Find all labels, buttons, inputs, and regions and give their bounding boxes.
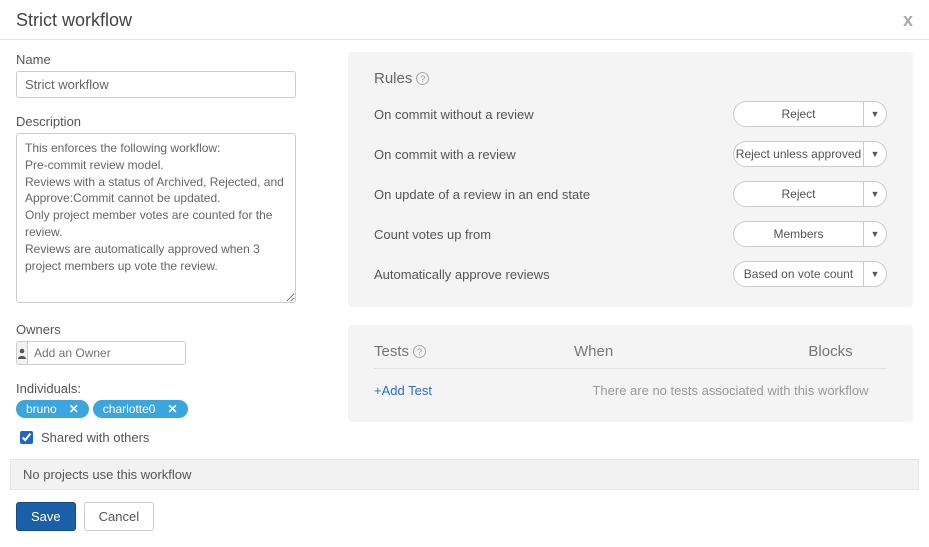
chevron-down-icon[interactable]: ▼ <box>863 101 887 127</box>
chevron-down-icon[interactable]: ▼ <box>863 261 887 287</box>
rule-label: Count votes up from <box>374 227 491 242</box>
status-bar: No projects use this workflow <box>10 459 919 490</box>
help-icon[interactable]: ? <box>416 72 429 85</box>
cancel-button[interactable]: Cancel <box>84 502 154 531</box>
chip-remove-icon[interactable]: ✕ <box>65 402 83 416</box>
rule-label: On update of a review in an end state <box>374 187 590 202</box>
rules-panel: Rules ? On commit without a review Rejec… <box>348 52 913 307</box>
chevron-down-icon[interactable]: ▼ <box>863 141 887 167</box>
dialog-title: Strict workflow <box>16 10 132 31</box>
help-icon[interactable]: ? <box>413 345 426 358</box>
rule-dropdown[interactable]: Reject ▼ <box>733 101 887 127</box>
tests-title: Tests <box>374 343 409 360</box>
tests-empty-text: There are no tests associated with this … <box>574 383 887 398</box>
dialog-header: Strict workflow x <box>0 0 929 40</box>
individuals-label: Individuals: <box>16 381 316 396</box>
tests-panel: Tests ? When Blocks +Add Test There are … <box>348 325 913 422</box>
description-label: Description <box>16 114 316 129</box>
owner-input[interactable] <box>28 342 186 364</box>
name-label: Name <box>16 52 316 67</box>
rule-dropdown[interactable]: Based on vote count ▼ <box>733 261 887 287</box>
rule-dropdown[interactable]: Reject unless approved ▼ <box>733 141 887 167</box>
chevron-down-icon[interactable]: ▼ <box>863 181 887 207</box>
individual-chip: charlotte0 ✕ <box>93 400 188 418</box>
rule-dropdown[interactable]: Reject ▼ <box>733 181 887 207</box>
dropdown-value: Members <box>733 221 863 247</box>
close-icon[interactable]: x <box>903 10 913 31</box>
chip-remove-icon[interactable]: ✕ <box>163 402 181 416</box>
chevron-down-icon[interactable]: ▼ <box>863 221 887 247</box>
rule-label: On commit without a review <box>374 107 534 122</box>
rule-label: Automatically approve reviews <box>374 267 550 282</box>
owners-label: Owners <box>16 322 316 337</box>
tests-col-blocks: Blocks <box>774 343 887 360</box>
chip-label: charlotte0 <box>103 402 156 416</box>
rule-dropdown[interactable]: Members ▼ <box>733 221 887 247</box>
name-input[interactable] <box>16 71 296 98</box>
save-button[interactable]: Save <box>16 502 76 531</box>
add-test-link[interactable]: +Add Test <box>374 383 574 398</box>
description-textarea[interactable] <box>16 133 296 303</box>
chip-label: bruno <box>26 402 57 416</box>
dropdown-value: Reject unless approved <box>733 141 863 167</box>
individual-chip: bruno ✕ <box>16 400 89 418</box>
dropdown-value: Reject <box>733 101 863 127</box>
person-icon <box>17 342 28 364</box>
dropdown-value: Reject <box>733 181 863 207</box>
tests-col-when: When <box>574 343 774 360</box>
rules-title: Rules <box>374 70 412 87</box>
dropdown-value: Based on vote count <box>733 261 863 287</box>
shared-checkbox-row[interactable]: Shared with others <box>16 428 316 447</box>
shared-label: Shared with others <box>41 430 149 445</box>
rule-label: On commit with a review <box>374 147 516 162</box>
shared-checkbox[interactable] <box>20 431 33 444</box>
